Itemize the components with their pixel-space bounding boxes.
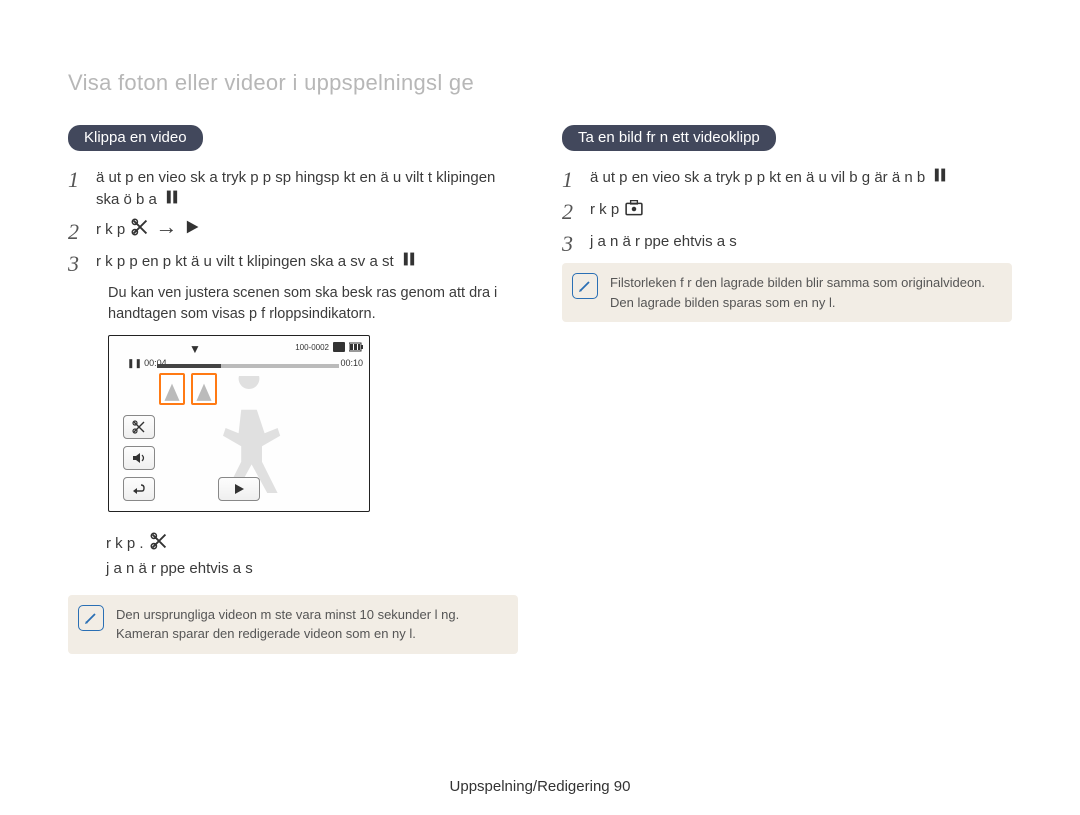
section-heading-capture-image: Ta en bild fr n ett videoklipp xyxy=(562,125,776,151)
play-icon xyxy=(183,220,201,234)
step-item: 2 r k p → xyxy=(68,219,518,243)
file-info: 100-0002 xyxy=(295,342,363,354)
side-controls xyxy=(123,415,155,501)
step-number: 1 xyxy=(562,167,590,191)
step-text: j a n ä r ppe ehtvis a s xyxy=(590,231,1012,253)
trim-handle-start[interactable] xyxy=(159,373,185,405)
step-item: 1 ä ut p en vieo sk a tryk p p kt en ä u… xyxy=(562,167,1012,191)
substep-note: Du kan ven justera scenen som ska besk r… xyxy=(108,283,518,325)
note-text: Den ursprungliga videon m ste vara minst… xyxy=(116,605,504,644)
play-button[interactable] xyxy=(218,477,260,501)
battery-icon xyxy=(349,342,363,354)
pause-icon xyxy=(400,252,418,266)
sd-icon xyxy=(333,342,345,354)
step-number: 1 xyxy=(68,167,96,191)
step-item: 1 ä ut p en vieo sk a tryk p p sp hingsp… xyxy=(68,167,518,211)
step-text: ä ut p en vieo sk a tryk p p sp hingsp k… xyxy=(96,167,518,211)
step-number: 2 xyxy=(562,199,590,223)
left-column: Klippa en video 1 ä ut p en vieo sk a tr… xyxy=(68,125,518,654)
steps-list: 1 ä ut p en vieo sk a tryk p p sp hingsp… xyxy=(68,167,518,275)
step-text: r k p → xyxy=(96,219,518,241)
section-heading-trim-video: Klippa en video xyxy=(68,125,203,151)
scissors-icon xyxy=(131,220,149,234)
pause-mini-icon: ❚❚ xyxy=(127,358,142,368)
capture-icon xyxy=(625,201,643,215)
step-number: 3 xyxy=(562,231,590,255)
trailing-steps: r k p . j a n ä r ppe ehtvis a s xyxy=(106,534,518,577)
arrow-icon: → xyxy=(155,220,177,234)
content-columns: Klippa en video 1 ä ut p en vieo sk a tr… xyxy=(68,125,1012,654)
info-note: Den ursprungliga videon m ste vara minst… xyxy=(68,595,518,654)
step-text: r k p xyxy=(590,199,1012,221)
step-item: 3 j a n ä r ppe ehtvis a s xyxy=(562,231,1012,255)
page-title: Visa foton eller videor i uppspelningsl … xyxy=(68,70,474,96)
step-number: 2 xyxy=(68,219,96,243)
step-text: j a n ä r ppe ehtvis a s xyxy=(106,560,518,577)
steps-list: 1 ä ut p en vieo sk a tryk p p kt en ä u… xyxy=(562,167,1012,255)
pause-icon xyxy=(163,190,181,204)
back-button[interactable] xyxy=(123,477,155,501)
volume-button[interactable] xyxy=(123,446,155,470)
step-text: ä ut p en vieo sk a tryk p p kt en ä u v… xyxy=(590,167,1012,189)
info-note: Filstorleken f r den lagrade bilden blir… xyxy=(562,263,1012,322)
progress-bar[interactable] xyxy=(157,364,339,368)
time-total: 00:10 xyxy=(340,358,363,368)
scissors-icon xyxy=(150,534,168,548)
step-text: r k p p en p kt ä u vilt t klipingen ska… xyxy=(96,251,518,273)
marker-icon: ▼ xyxy=(189,342,201,356)
step-number: 3 xyxy=(68,251,96,275)
step-item: 2 r k p xyxy=(562,199,1012,223)
trim-button[interactable] xyxy=(123,415,155,439)
note-text: Filstorleken f r den lagrade bilden blir… xyxy=(610,273,998,312)
right-column: Ta en bild fr n ett videoklipp 1 ä ut p … xyxy=(562,125,1012,654)
pause-icon xyxy=(931,168,949,182)
note-icon xyxy=(78,605,104,631)
page-footer: Uppspelning/Redigering 90 xyxy=(0,778,1080,795)
step-text: r k p . xyxy=(106,534,518,552)
page: Visa foton eller videor i uppspelningsl … xyxy=(0,0,1080,815)
note-icon xyxy=(572,273,598,299)
step-item: 3 r k p p en p kt ä u vilt t klipingen s… xyxy=(68,251,518,275)
video-editor-screenshot: 100-0002 ▼ ❚❚00:04 00:10 xyxy=(108,335,370,512)
